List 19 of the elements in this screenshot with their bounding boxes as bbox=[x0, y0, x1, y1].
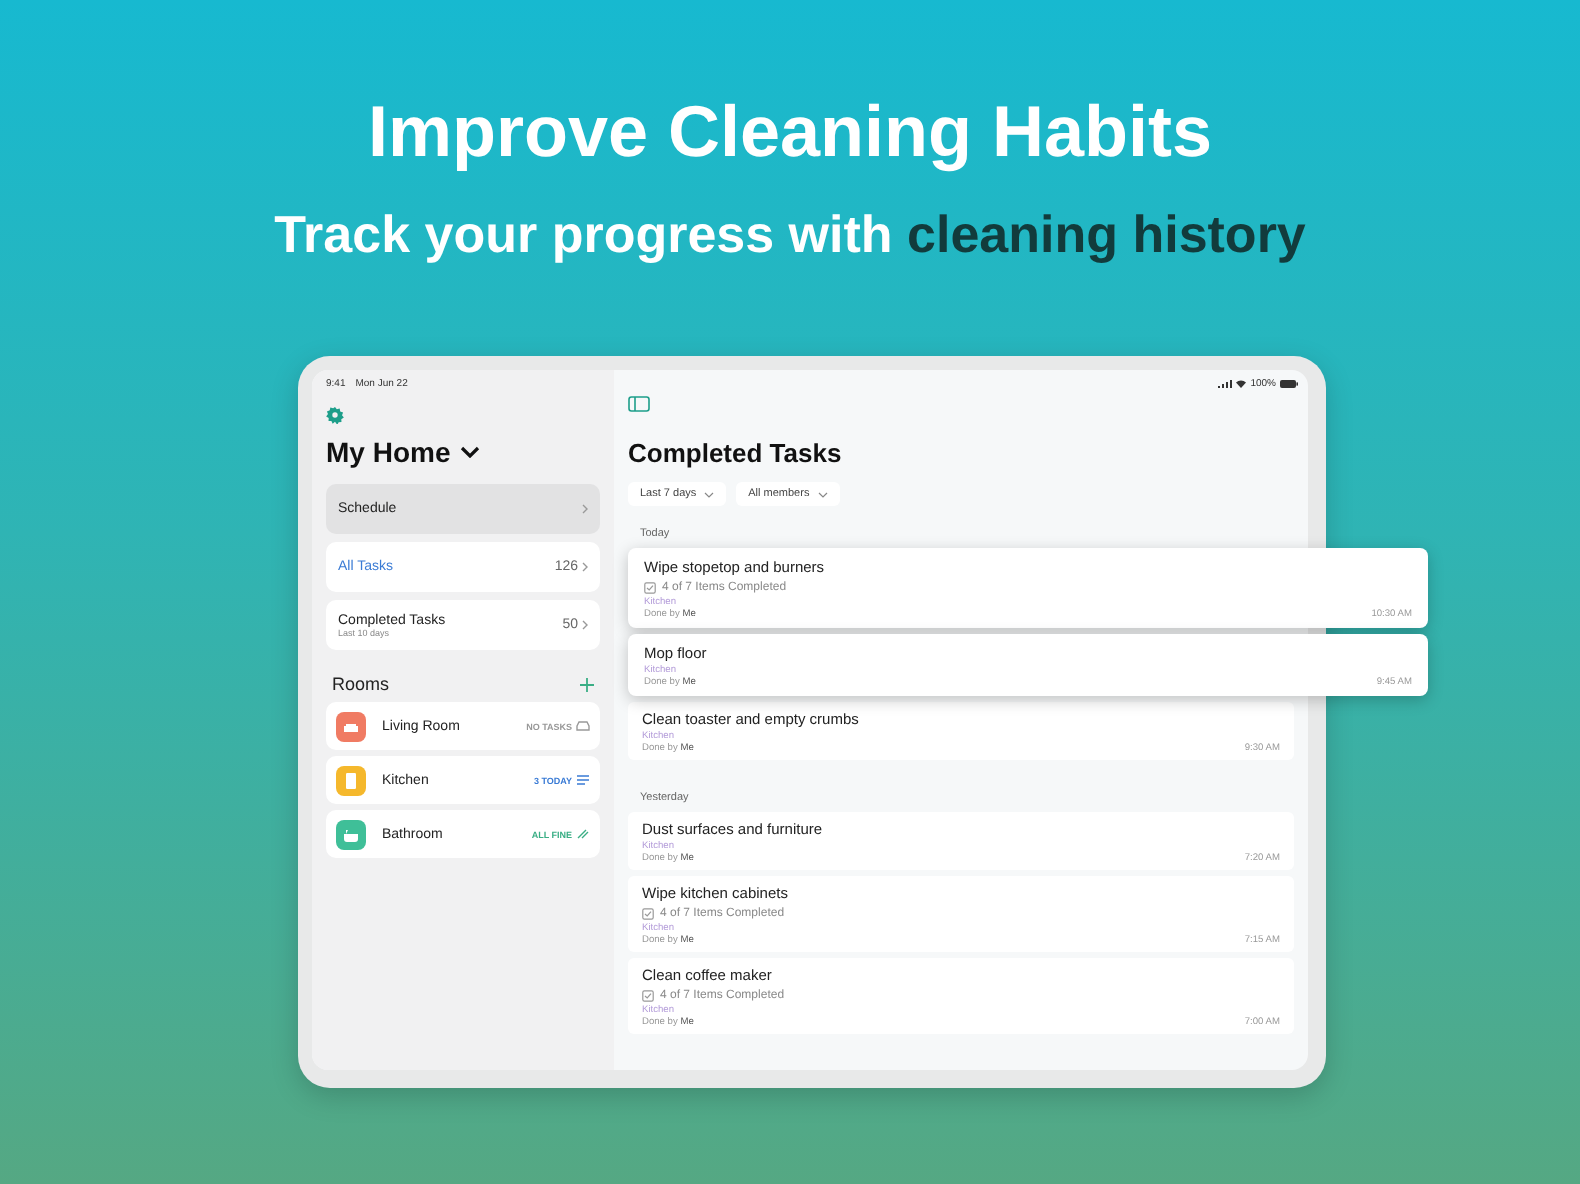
subheadline: Track your progress with cleaning history bbox=[274, 202, 1306, 268]
chevron-down-icon bbox=[817, 491, 828, 497]
signal-icon bbox=[1218, 380, 1233, 388]
add-icon[interactable] bbox=[580, 677, 594, 691]
home-title[interactable]: My Home bbox=[326, 436, 451, 468]
headline: Improve Cleaning Habits bbox=[367, 88, 1213, 176]
chevron-down-icon[interactable] bbox=[460, 446, 481, 458]
tray-icon bbox=[576, 720, 590, 732]
chevron-down-icon bbox=[704, 491, 715, 497]
wifi-icon bbox=[1236, 380, 1247, 388]
sidebar-toggle-icon[interactable] bbox=[628, 396, 650, 412]
chevron-icon bbox=[582, 620, 588, 630]
battery-icon bbox=[1280, 380, 1298, 388]
list-icon bbox=[576, 774, 590, 786]
page-title: Completed Tasks bbox=[628, 438, 844, 468]
settings-icon[interactable] bbox=[326, 406, 344, 424]
rooms-heading: Rooms bbox=[332, 674, 390, 694]
chevron-icon bbox=[582, 504, 588, 514]
chevron-icon bbox=[582, 562, 588, 572]
